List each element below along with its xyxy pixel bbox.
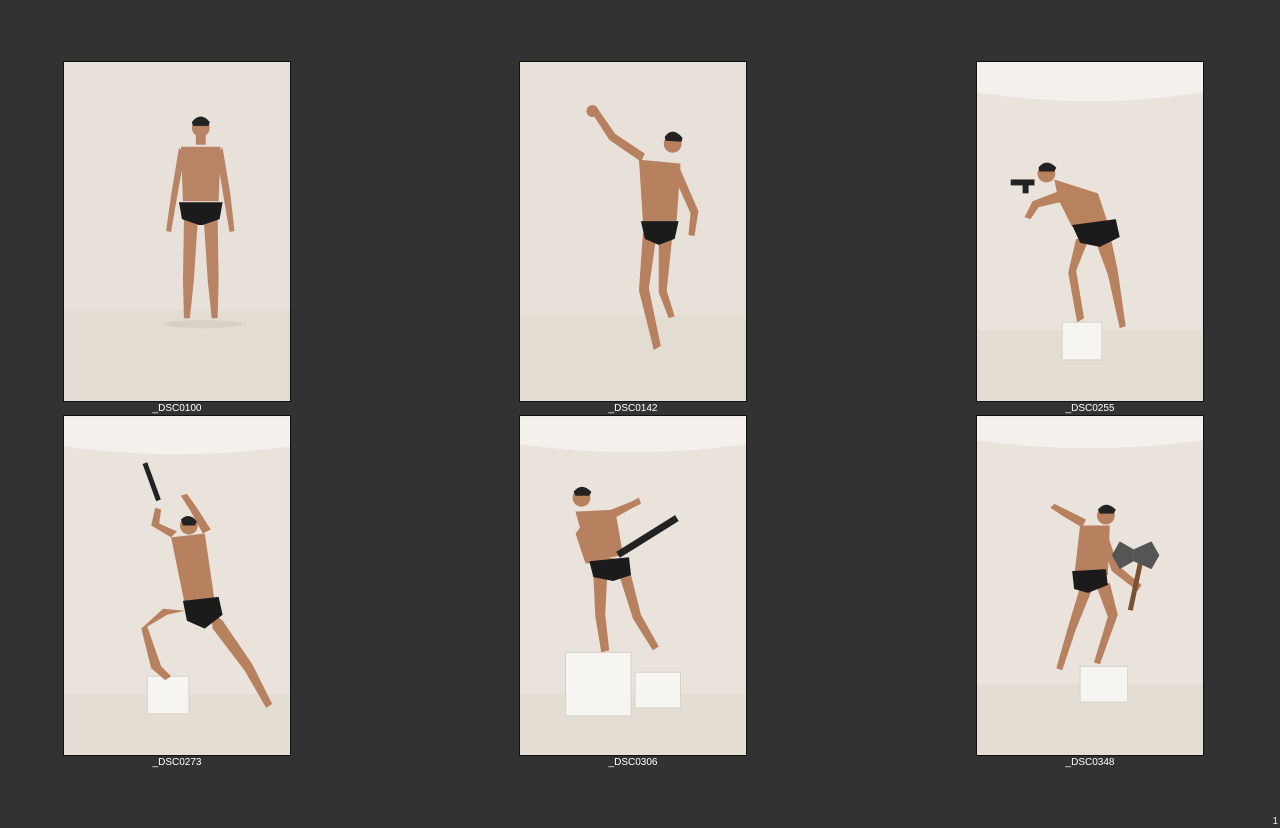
photo-caption: _DSC0100	[152, 403, 202, 414]
photo-thumbnail[interactable]	[519, 415, 747, 756]
photo-image	[520, 416, 746, 755]
photo-thumbnail[interactable]	[63, 61, 291, 402]
photo-image	[64, 416, 290, 755]
photo-caption: _DSC0142	[608, 403, 658, 414]
photo-thumbnail[interactable]	[63, 415, 291, 756]
photo-caption: _DSC0306	[608, 757, 658, 768]
photo-thumbnail[interactable]	[519, 61, 747, 402]
photo-image	[520, 62, 746, 401]
photo-caption: _DSC0273	[152, 757, 202, 768]
photo-caption: _DSC0255	[1065, 403, 1115, 414]
photo-thumbnail[interactable]	[976, 415, 1204, 756]
page-number: 1	[1272, 816, 1278, 827]
photo-image	[977, 62, 1203, 401]
photo-image	[64, 62, 290, 401]
photo-thumbnail[interactable]	[976, 61, 1204, 402]
photo-image	[977, 416, 1203, 755]
contact-sheet: _DSC0100 _DSC0142 _DSC0255 _DSC0273 _DSC…	[0, 0, 1280, 828]
photo-caption: _DSC0348	[1065, 757, 1115, 768]
